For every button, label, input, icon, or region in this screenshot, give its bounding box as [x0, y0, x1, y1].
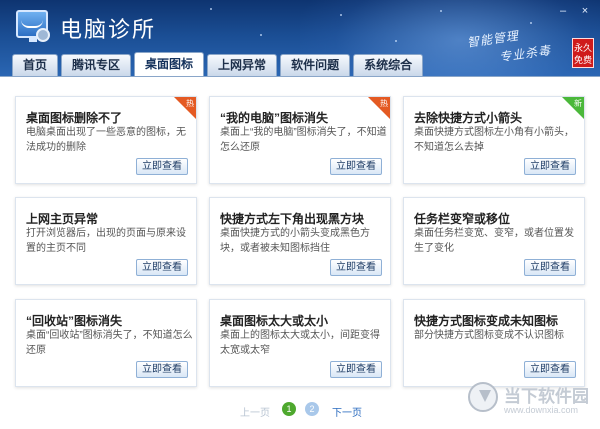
watermark-title: 当下软件园 — [504, 387, 589, 406]
star — [210, 8, 212, 10]
view-now-button[interactable]: 立即查看 — [524, 361, 576, 378]
watermark: 当下软件园 www.downxia.com — [468, 380, 600, 429]
free-badge: 永久免费 — [572, 38, 594, 68]
card-title: “回收站”图标消失 — [26, 314, 123, 328]
problem-card: 桌面图标太大或太小 桌面上的图标太大或太小，间距变得太宽或太窄 立即查看 — [209, 299, 391, 387]
problem-card: 新 去除快捷方式小箭头 桌面快捷方式图标左小角有小箭头，不知道怎么去掉 立即查看 — [403, 96, 585, 184]
card-title: 去除快捷方式小箭头 — [414, 111, 523, 125]
card-title: 任务栏变窄或移位 — [414, 212, 511, 226]
problem-card: “回收站”图标消失 桌面“回收站”图标消失了，不知道怎么还原 立即查看 — [15, 299, 197, 387]
view-now-button[interactable]: 立即查看 — [136, 259, 188, 276]
star — [440, 10, 442, 12]
problem-card: 任务栏变窄或移位 桌面任务栏变宽、变窄，或者位置发生了变化 立即查看 — [403, 197, 585, 285]
card-description: 桌面上“我的电脑”图标消失了，不知道怎么还原 — [220, 127, 387, 153]
card-description: 桌面快捷方式图标左小角有小箭头，不知道怎么去掉 — [414, 127, 574, 153]
window-controls: – × — [554, 4, 594, 18]
tab-system[interactable]: 系统综合 — [353, 54, 424, 76]
hot-badge: 热 — [380, 99, 388, 108]
page-2-button[interactable]: 2 — [305, 402, 319, 416]
card-description: 桌面快捷方式的小箭头变成黑色方块，或者被未知图标挡住 — [220, 228, 370, 254]
view-now-button[interactable]: 立即查看 — [330, 259, 382, 276]
tab-tencent[interactable]: 腾讯专区 — [61, 54, 132, 76]
prev-page-link[interactable]: 上一页 — [240, 404, 270, 419]
card-title: “我的电脑”图标消失 — [220, 111, 329, 125]
card-title: 上网主页异常 — [26, 212, 99, 226]
app-header: 电脑诊所 – × 智能管理 专业杀毒 永久免费 首页 腾讯专区 桌面图标 上网异… — [0, 0, 600, 76]
app-title: 电脑诊所 — [60, 18, 157, 43]
card-description: 电脑桌面出现了一些恶意的图标，无法成功的删除 — [26, 127, 186, 153]
pulse-line — [21, 20, 43, 28]
star — [395, 40, 397, 42]
star — [340, 14, 342, 16]
problem-card: 上网主页异常 打开浏览器后，出现的页面与原来设置的主页不同 立即查看 — [15, 197, 197, 285]
tab-bar: 首页 腾讯专区 桌面图标 上网异常 软件问题 系统综合 — [12, 52, 424, 76]
tab-software[interactable]: 软件问题 — [280, 54, 351, 76]
card-description: 桌面“回收站”图标消失了，不知道怎么还原 — [26, 330, 193, 356]
tab-home[interactable]: 首页 — [12, 54, 59, 76]
problem-card: 热 桌面图标删除不了 电脑桌面出现了一些恶意的图标，无法成功的删除 立即查看 — [15, 96, 197, 184]
view-now-button[interactable]: 立即查看 — [136, 158, 188, 175]
new-badge: 新 — [574, 99, 582, 108]
card-description: 桌面任务栏变宽、变窄，或者位置发生了变化 — [414, 228, 574, 254]
page-1-button[interactable]: 1 — [282, 402, 296, 416]
view-now-button[interactable]: 立即查看 — [330, 361, 382, 378]
hot-badge: 热 — [186, 99, 194, 108]
card-description: 部分快捷方式图标变成不认识图标 — [414, 330, 564, 341]
card-title: 桌面图标删除不了 — [26, 111, 123, 125]
tab-desktop-icons[interactable]: 桌面图标 — [134, 52, 205, 76]
arrow-down-icon — [479, 390, 491, 402]
monitor-stand — [29, 38, 37, 42]
stethoscope-icon — [36, 28, 50, 42]
view-now-button[interactable]: 立即查看 — [524, 158, 576, 175]
download-arrow-icon — [468, 382, 498, 412]
problem-card: 热 “我的电脑”图标消失 桌面上“我的电脑”图标消失了，不知道怎么还原 立即查看 — [209, 96, 391, 184]
view-now-button[interactable]: 立即查看 — [524, 259, 576, 276]
view-now-button[interactable]: 立即查看 — [136, 361, 188, 378]
card-title: 快捷方式左下角出现黑方块 — [220, 212, 365, 226]
card-title: 快捷方式图标变成未知图标 — [414, 314, 559, 328]
card-title: 桌面图标太大或太小 — [220, 314, 329, 328]
problem-card: 快捷方式左下角出现黑方块 桌面快捷方式的小箭头变成黑色方块，或者被未知图标挡住 … — [209, 197, 391, 285]
content-panel: 热 桌面图标删除不了 电脑桌面出现了一些恶意的图标，无法成功的删除 立即查看 热… — [0, 76, 600, 429]
minimize-button[interactable]: – — [554, 4, 572, 18]
tab-internet[interactable]: 上网异常 — [207, 54, 278, 76]
star — [260, 34, 262, 36]
close-button[interactable]: × — [576, 4, 594, 18]
watermark-url: www.downxia.com — [504, 405, 579, 415]
problem-card: 快捷方式图标变成未知图标 部分快捷方式图标变成不认识图标 立即查看 — [403, 299, 585, 387]
card-description: 桌面上的图标太大或太小，间距变得太宽或太窄 — [220, 330, 380, 356]
view-now-button[interactable]: 立即查看 — [330, 158, 382, 175]
next-page-link[interactable]: 下一页 — [332, 404, 362, 419]
card-description: 打开浏览器后，出现的页面与原来设置的主页不同 — [26, 228, 186, 254]
